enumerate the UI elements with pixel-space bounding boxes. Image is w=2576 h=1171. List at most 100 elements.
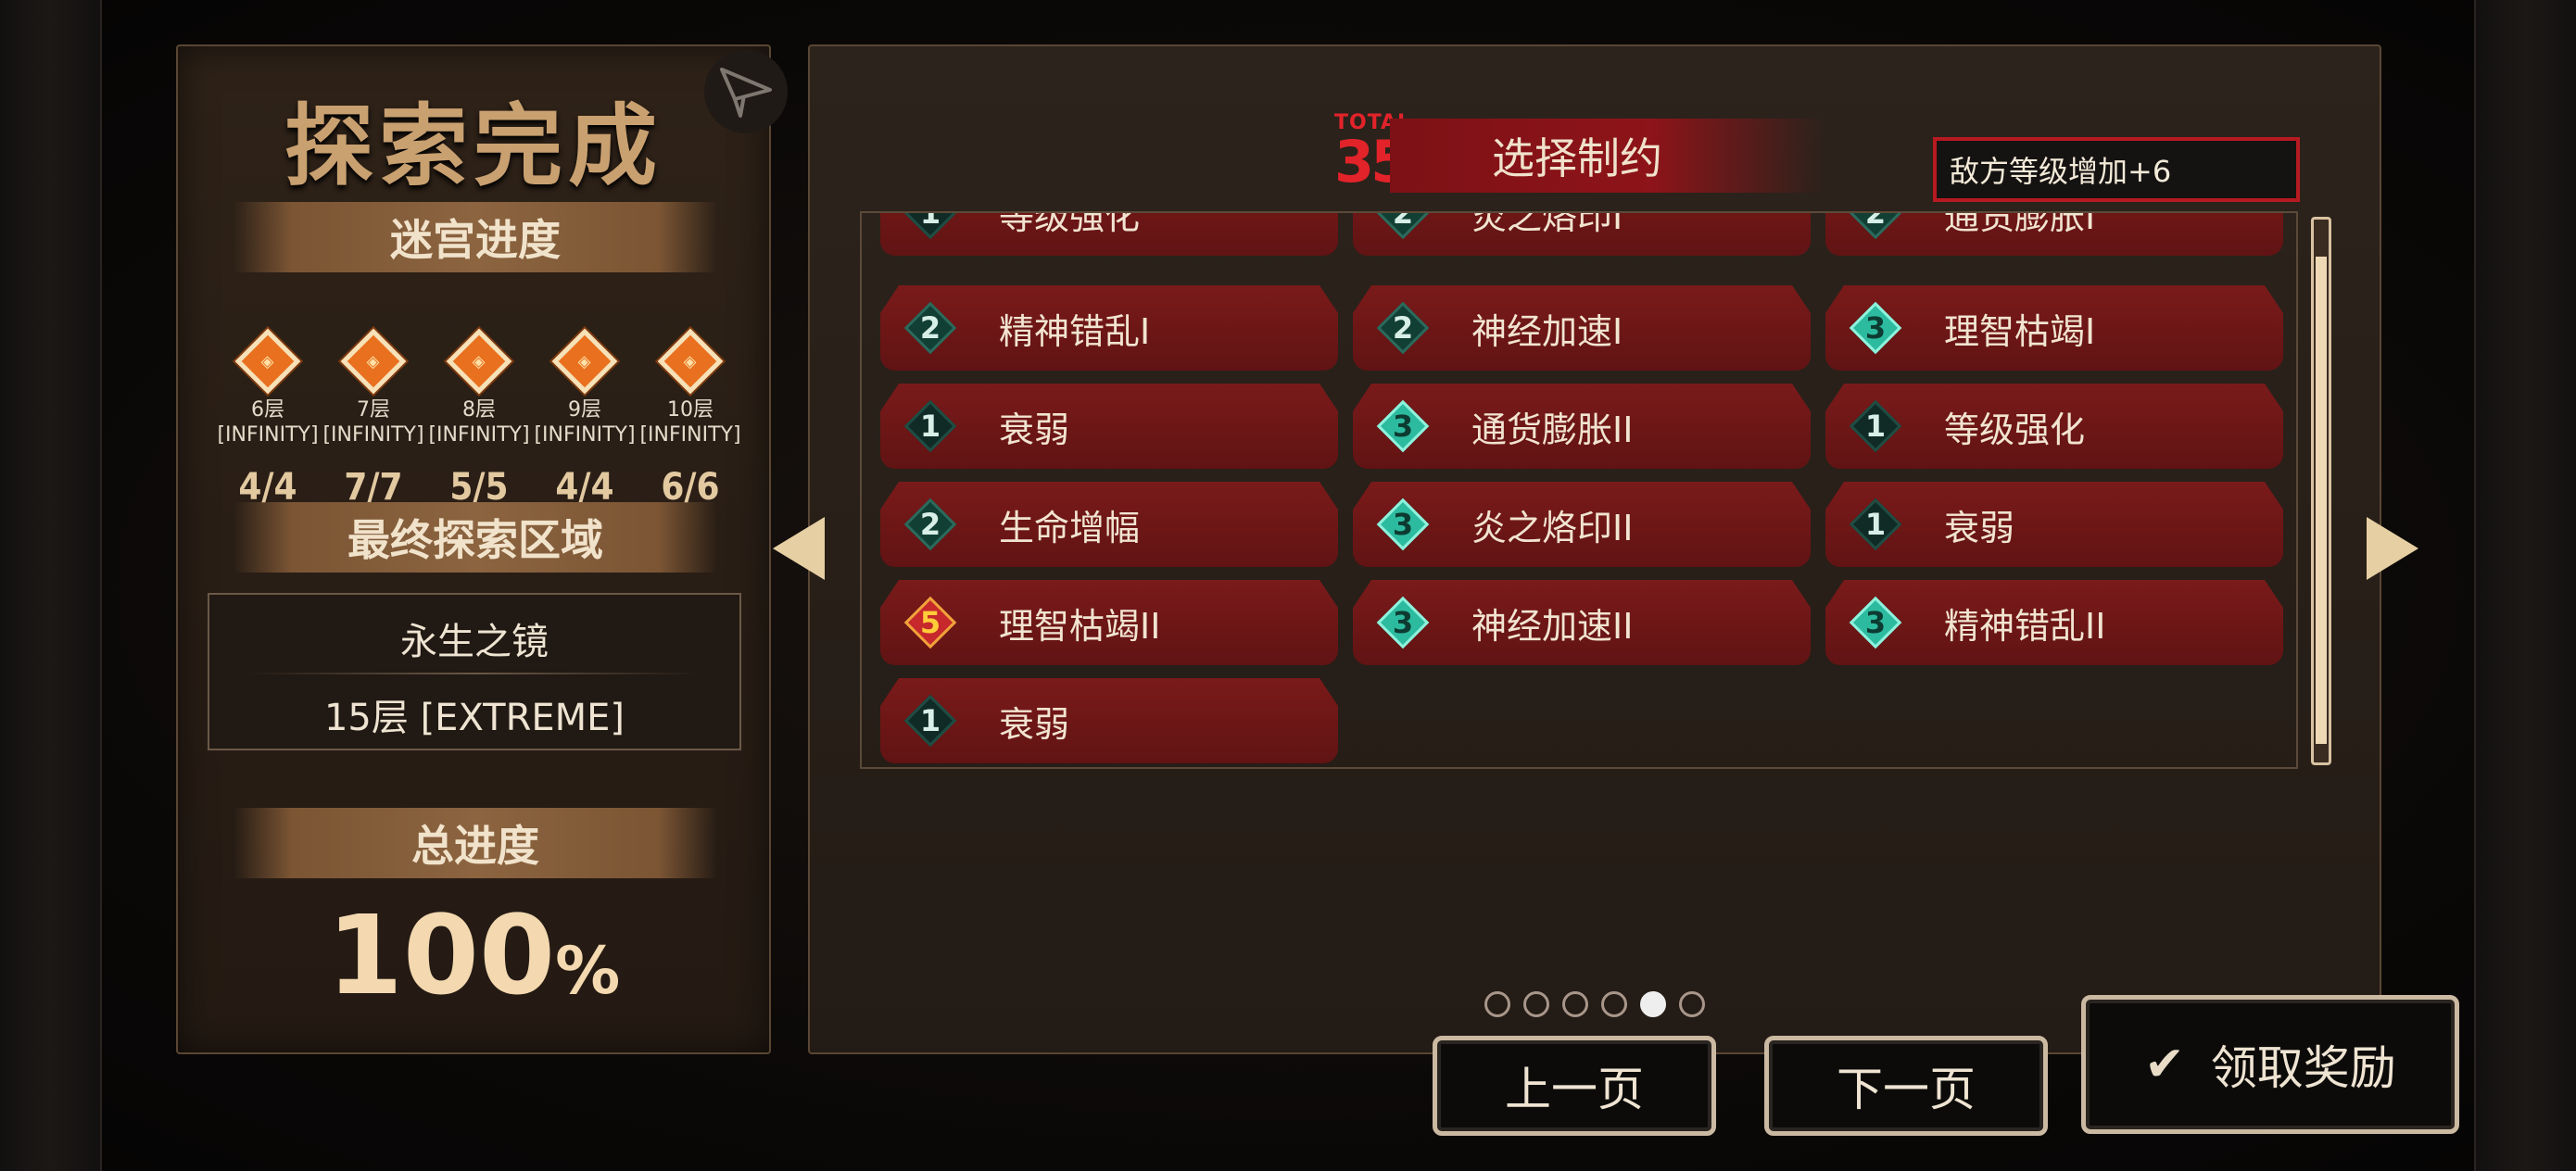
- level-gem-icon: 2: [1379, 211, 1427, 237]
- floor-mode: [INFINITY]: [534, 423, 636, 447]
- floor-item: ◈ 6层 [INFINITY] 4/4: [215, 328, 321, 509]
- page-dot[interactable]: [1484, 991, 1510, 1017]
- constraint-card[interactable]: 2 炎之烙印I: [1353, 211, 1811, 256]
- constraint-card[interactable]: 1 衰弱: [1825, 482, 2283, 567]
- total-progress-header: 总进度: [234, 808, 717, 878]
- constraint-grid[interactable]: 1 等级强化 2 炎之烙印I 2 通货膨胀I 2 精神错乱I 2 神经加速I 3 理智枯竭I…: [860, 211, 2298, 769]
- left-frame-border: [0, 0, 102, 1171]
- constraint-name: 炎之烙印II: [1471, 507, 1634, 548]
- final-area-name: 永生之镜: [400, 621, 549, 663]
- constraint-name: 理智枯竭I: [1944, 310, 2096, 352]
- maze-progress-label: 迷宫进度: [390, 215, 561, 265]
- summary-panel: 探索完成 迷宫进度 ◈ 6层 [INFINITY] 4/4 ◈ 7层 [INFI…: [176, 44, 771, 1054]
- constraint-card[interactable]: 2 生命增幅: [880, 482, 1338, 567]
- constraint-card[interactable]: 1 衰弱: [880, 678, 1338, 763]
- level-gem-icon: 3: [1379, 598, 1427, 647]
- constraint-card[interactable]: 2 通货膨胀I: [1825, 211, 2283, 256]
- level-gem-icon: 1: [906, 402, 954, 450]
- level-gem-icon: 1: [906, 211, 954, 237]
- constraint-name: 衰弱: [1944, 507, 2015, 548]
- claim-reward-label: 领取奖励: [2210, 1041, 2396, 1095]
- right-frame-border: [2474, 0, 2576, 1171]
- constraint-name: 通货膨胀II: [1471, 409, 1634, 450]
- level-gem-icon: 2: [906, 500, 954, 548]
- floor-name: 8层: [462, 398, 496, 422]
- previous-page-button[interactable]: 上一页: [1433, 1036, 1716, 1136]
- page-dot[interactable]: [1601, 991, 1627, 1017]
- total-progress-value: 100%: [326, 891, 621, 1019]
- constraint-card[interactable]: 3 理智枯竭I: [1825, 285, 2283, 371]
- level-gem-icon: 3: [1851, 598, 1900, 647]
- constraint-name: 衰弱: [999, 703, 1070, 745]
- level-gem-icon: 1: [1851, 402, 1900, 450]
- floor-mode: [INFINITY]: [217, 423, 319, 447]
- checkmark-icon: ✔: [2144, 1037, 2185, 1092]
- final-area-header: 最终探索区域: [234, 502, 717, 573]
- effect-summary: 敌方等级增加+6: [1933, 137, 2300, 202]
- previous-page-label: 上一页: [1505, 1063, 1644, 1116]
- constraint-header: 选择制约: [1390, 119, 1825, 193]
- constraint-card[interactable]: 3 炎之烙印II: [1353, 482, 1811, 567]
- level-gem-icon: 1: [906, 697, 954, 745]
- constraint-name: 理智枯竭II: [999, 605, 1161, 647]
- next-page-button[interactable]: 下一页: [1764, 1036, 2048, 1136]
- floor-diamond-icon: ◈: [446, 328, 512, 395]
- next-arrow-icon[interactable]: [2367, 517, 2418, 580]
- previous-arrow-icon[interactable]: [773, 517, 825, 580]
- constraint-card[interactable]: 1 等级强化: [1825, 384, 2283, 469]
- floor-item: ◈ 10层 [INFINITY] 6/6: [638, 328, 743, 509]
- page-dot-active[interactable]: [1640, 991, 1666, 1017]
- level-gem-icon: 2: [1851, 211, 1900, 237]
- share-button[interactable]: [704, 50, 788, 133]
- constraint-card[interactable]: 5 理智枯竭II: [880, 580, 1338, 665]
- game-screen: 探索完成 迷宫进度 ◈ 6层 [INFINITY] 4/4 ◈ 7层 [INFI…: [0, 0, 2576, 1171]
- constraint-name: 衰弱: [999, 409, 1070, 450]
- page-title: 探索完成: [284, 94, 663, 198]
- scrollbar[interactable]: [2311, 217, 2331, 765]
- claim-reward-button[interactable]: ✔ 领取奖励: [2081, 995, 2459, 1134]
- constraint-name: 神经加速II: [1471, 605, 1634, 647]
- page-dot[interactable]: [1679, 991, 1705, 1017]
- constraint-card[interactable]: 1 衰弱: [880, 384, 1338, 469]
- constraint-name: 神经加速I: [1471, 310, 1623, 352]
- floor-diamond-icon: ◈: [234, 328, 301, 395]
- floor-mode: [INFINITY]: [322, 423, 424, 447]
- constraint-name: 精神错乱I: [999, 310, 1151, 352]
- constraint-card[interactable]: 1 等级强化: [880, 211, 1338, 256]
- divider: [246, 673, 702, 674]
- page-dot[interactable]: [1523, 991, 1549, 1017]
- page-dot[interactable]: [1562, 991, 1588, 1017]
- level-gem-icon: 3: [1379, 500, 1427, 548]
- constraint-name: 等级强化: [1944, 409, 2086, 450]
- constraint-name: 炎之烙印I: [1471, 211, 1623, 237]
- constraint-card[interactable]: 2 精神错乱I: [880, 285, 1338, 371]
- constraint-header-label: 选择制约: [1492, 133, 1662, 183]
- level-gem-icon: 1: [1851, 500, 1900, 548]
- level-gem-icon: 2: [906, 304, 954, 352]
- total-progress-label: 总进度: [411, 821, 539, 871]
- floor-name: 7层: [357, 398, 390, 422]
- level-gem-icon: 2: [1379, 304, 1427, 352]
- floor-name: 9层: [568, 398, 601, 422]
- constraint-name: 精神错乱II: [1944, 605, 2106, 647]
- constraint-card[interactable]: 2 神经加速I: [1353, 285, 1811, 371]
- constraint-card[interactable]: 3 神经加速II: [1353, 580, 1811, 665]
- constraint-card[interactable]: 3 精神错乱II: [1825, 580, 2283, 665]
- final-area-box: 永生之镜 15层 [EXTREME]: [208, 593, 741, 750]
- scrollbar-thumb[interactable]: [2316, 257, 2327, 744]
- final-area-floor: 15层 [EXTREME]: [323, 697, 625, 739]
- floor-name: 10层: [667, 398, 713, 422]
- floor-mode: [INFINITY]: [428, 423, 530, 447]
- final-area-label: 最终探索区域: [347, 515, 603, 565]
- level-gem-icon: 3: [1379, 402, 1427, 450]
- floor-item: ◈ 7层 [INFINITY] 7/7: [321, 328, 426, 509]
- next-page-label: 下一页: [1837, 1063, 1976, 1116]
- constraint-name: 通货膨胀I: [1944, 211, 2096, 237]
- floor-diamond-icon: ◈: [657, 328, 724, 395]
- level-gem-icon: 3: [1851, 304, 1900, 352]
- constraint-name: 等级强化: [999, 211, 1141, 237]
- constraint-name: 生命增幅: [999, 507, 1141, 548]
- constraint-card[interactable]: 3 通货膨胀II: [1353, 384, 1811, 469]
- send-icon: [720, 68, 772, 118]
- floor-diamond-icon: ◈: [551, 328, 618, 395]
